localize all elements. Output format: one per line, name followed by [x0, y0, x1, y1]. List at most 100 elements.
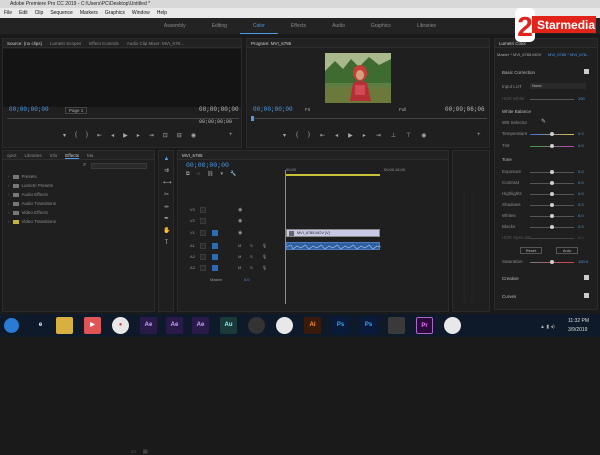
hdr-specular-value[interactable]: 0.0	[578, 235, 584, 240]
tab-sequence[interactable]: MVI_6785	[182, 151, 203, 159]
add-button-icon[interactable]: +	[477, 132, 481, 138]
mark-in-icon[interactable]: ▾	[63, 132, 66, 139]
lift-icon[interactable]: ⊥	[391, 132, 396, 139]
tray-icons[interactable]: ▲ ▮ ◂)	[540, 324, 555, 330]
work-area-bar[interactable]	[286, 174, 380, 176]
play-icon[interactable]: ▶	[348, 132, 353, 139]
track-lock-a1[interactable]	[200, 243, 206, 249]
lumetri-master-clip[interactable]: Master * MVI_6785.MOV	[497, 52, 541, 57]
ie-icon[interactable]: e	[32, 317, 49, 334]
exposure-knob[interactable]	[550, 170, 554, 174]
master-track-value[interactable]: 0.0	[244, 277, 250, 282]
hdr-white-slider[interactable]	[530, 99, 574, 100]
temperature-knob[interactable]	[550, 132, 554, 136]
menu-file[interactable]: File	[4, 8, 12, 18]
blacks-knob[interactable]	[550, 225, 554, 229]
track-target-a1[interactable]	[212, 243, 218, 249]
creative-header[interactable]: Creative	[502, 276, 519, 281]
track-lock-v1[interactable]	[200, 230, 206, 236]
page-select[interactable]: Page 1	[65, 107, 88, 114]
tab-lumetri-scopes[interactable]: Lumetri Scopes	[50, 39, 81, 47]
microphone-icon[interactable]: 🎙	[262, 243, 267, 248]
clock-date[interactable]: 3/9/2019	[568, 327, 587, 333]
eye-icon[interactable]: ◉	[238, 218, 242, 224]
tab-program[interactable]: Program: MVI_6785	[251, 39, 291, 47]
resolution-select[interactable]: Full	[399, 107, 406, 112]
effects-item-audio-transitions[interactable]: › Audio Transitions	[8, 201, 56, 206]
timeline-timecode[interactable]: 00;00;00;00	[186, 162, 229, 169]
step-forward-icon[interactable]: ▸	[363, 132, 366, 139]
menu-window[interactable]: Window	[132, 8, 150, 18]
hdr-specular-slider[interactable]	[530, 238, 574, 239]
mark-out-icon[interactable]: }	[308, 132, 310, 139]
eye-icon[interactable]: ◉	[238, 207, 242, 213]
menu-help[interactable]: Help	[157, 8, 167, 18]
track-lock-a3[interactable]	[200, 265, 206, 271]
program-playhead[interactable]	[251, 116, 254, 121]
eyedropper-icon[interactable]: ✎	[541, 118, 546, 125]
marker-icon[interactable]: ▾	[283, 132, 286, 139]
after-effects-icon[interactable]: Ae	[192, 317, 209, 334]
go-to-in-icon[interactable]: ⇤	[320, 132, 325, 139]
tab-libraries[interactable]: Libraries	[25, 151, 42, 159]
creative-checkbox[interactable]	[584, 275, 589, 280]
illustrator-icon[interactable]: Ai	[304, 317, 321, 334]
type-tool-icon[interactable]: T	[163, 240, 170, 247]
play-icon[interactable]: ▶	[123, 132, 128, 139]
mute-icon[interactable]: M	[238, 243, 241, 248]
solo-icon[interactable]: S	[250, 254, 253, 259]
solo-icon[interactable]: S	[250, 265, 253, 270]
photoshop-icon[interactable]: Ps	[360, 317, 377, 334]
mark-in-bracket-icon[interactable]: {	[75, 132, 77, 139]
whites-knob[interactable]	[550, 214, 554, 218]
contrast-value[interactable]: 0.0	[578, 180, 584, 185]
track-lock-v3[interactable]	[200, 207, 206, 213]
chrome-icon[interactable]: ●	[112, 317, 129, 334]
workspace-editing[interactable]: Editing	[199, 18, 240, 34]
clock-time[interactable]: 11:32 PM	[568, 318, 589, 324]
video-clip[interactable]: MVI_6785.MOV [V]	[286, 229, 380, 237]
insert-icon[interactable]: ⊡	[163, 132, 168, 139]
mute-icon[interactable]: M	[238, 254, 241, 259]
menu-graphics[interactable]: Graphics	[105, 8, 125, 18]
app-icon[interactable]	[388, 317, 405, 334]
curves-checkbox[interactable]	[584, 293, 589, 298]
track-target-v1[interactable]	[212, 230, 218, 236]
effects-item-presets[interactable]: › Presets	[8, 174, 37, 179]
hand-tool-icon[interactable]: ✋	[163, 228, 170, 235]
solo-icon[interactable]: S	[250, 243, 253, 248]
hdr-white-value[interactable]: 100	[578, 96, 585, 101]
track-target-a3[interactable]	[212, 265, 218, 271]
mark-in-icon[interactable]: {	[296, 132, 298, 139]
source-timecode-left[interactable]: 00;00;00;00	[9, 106, 49, 113]
audio-clip[interactable]	[286, 242, 382, 250]
source-viewer[interactable]	[3, 49, 241, 107]
premiere-pro-icon[interactable]: Pr	[416, 317, 433, 334]
go-to-out-icon[interactable]: ⇥	[149, 132, 154, 139]
photoshop-icon[interactable]: Ps	[332, 317, 349, 334]
new-bin-icon[interactable]: ▭	[131, 449, 136, 455]
reset-button[interactable]: Reset	[520, 247, 542, 254]
tab-project[interactable]: oject	[7, 151, 17, 159]
tint-value[interactable]: 0.0	[578, 143, 584, 148]
step-forward-icon[interactable]: ▸	[137, 132, 140, 139]
step-back-icon[interactable]: ◂	[335, 132, 338, 139]
workspace-graphics[interactable]: Graphics	[358, 18, 404, 34]
eye-icon[interactable]: ◉	[238, 230, 242, 236]
overwrite-icon[interactable]: ⊟	[177, 132, 182, 139]
app-icon[interactable]	[276, 317, 293, 334]
tab-source[interactable]: Source: (no clips)	[7, 39, 42, 47]
whites-value[interactable]: 0.0	[578, 213, 584, 218]
exposure-value[interactable]: 0.0	[578, 169, 584, 174]
program-video-frame[interactable]	[325, 53, 391, 103]
snap-icon[interactable]: ∩	[197, 171, 201, 177]
go-to-out-icon[interactable]: ⇥	[376, 132, 381, 139]
program-scrubber[interactable]	[251, 118, 487, 119]
tab-info[interactable]: Info	[50, 151, 58, 159]
linked-selection-icon[interactable]: ⛓	[207, 171, 213, 177]
curves-header[interactable]: Curves	[502, 294, 516, 299]
export-frame-icon[interactable]: ◉	[191, 132, 196, 139]
workspace-color[interactable]: Color	[239, 18, 278, 34]
app-icon[interactable]: ▶	[84, 317, 101, 334]
tab-effect-controls[interactable]: Effect Controls	[89, 39, 118, 47]
